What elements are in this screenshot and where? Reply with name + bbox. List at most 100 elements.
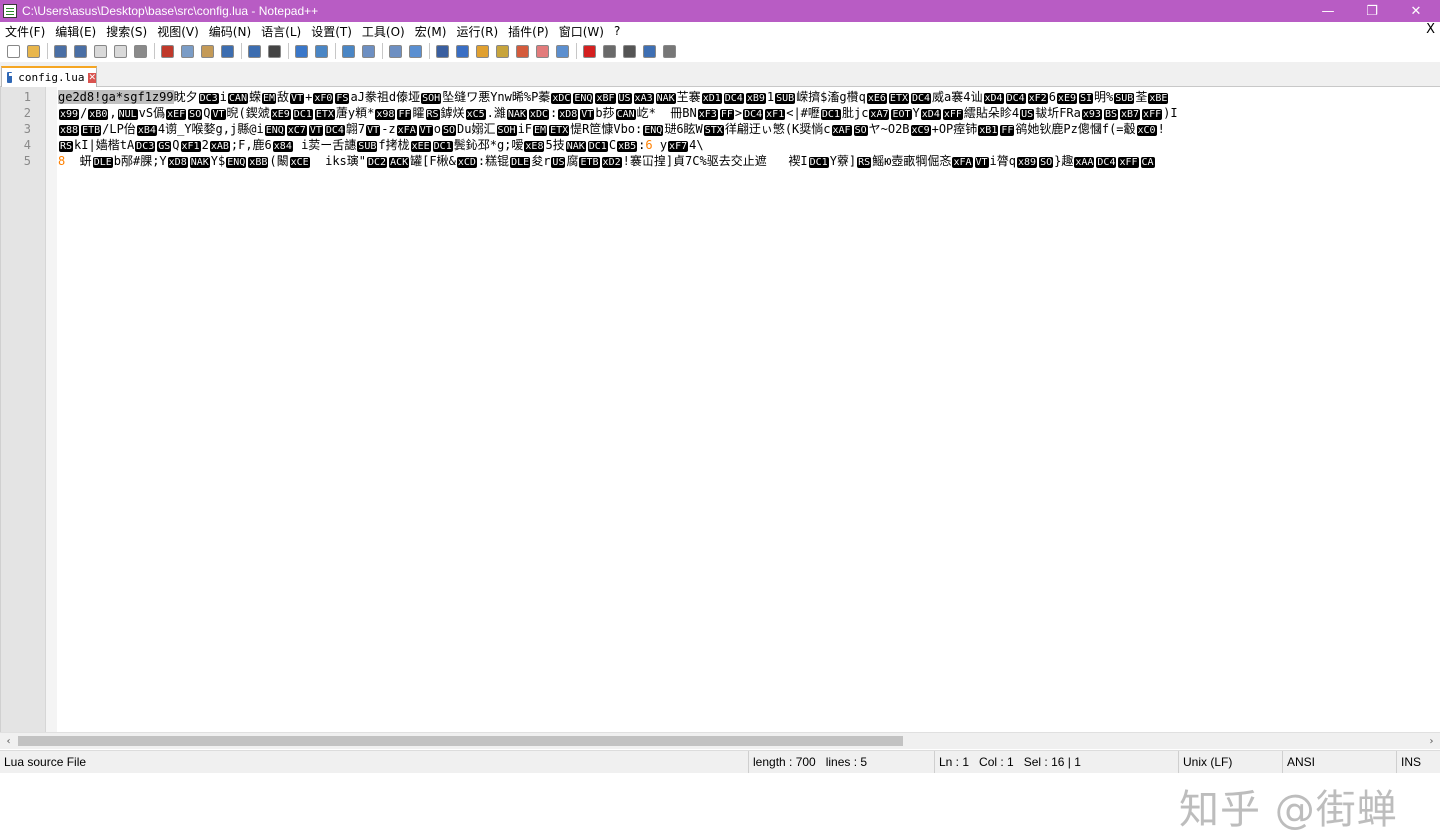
open-file-button[interactable] [24,42,42,60]
menu-settings[interactable]: 设置(T) [306,23,357,40]
control-char-token: NAK [506,109,527,120]
doc-map-button[interactable] [473,42,491,60]
minimize-button[interactable]: — [1306,0,1350,22]
cut-icon [160,44,174,58]
text-run: }趣 [1054,154,1074,168]
control-char-token: xD8 [558,109,579,120]
menu-language[interactable]: 语言(L) [256,23,306,40]
tab-config-lua[interactable]: config.lua ✕ [1,66,97,87]
folder-as-workspace-button[interactable] [513,42,531,60]
control-char-token: xE6 [866,93,887,104]
control-char-token: DC1 [808,157,829,168]
menu-view[interactable]: 视图(V) [152,23,204,40]
control-char-token: xD2 [601,157,622,168]
zoom-in-button[interactable] [312,42,330,60]
record-macro-button[interactable] [580,42,598,60]
print-button[interactable] [131,42,149,60]
code-line[interactable]: x88 ETB/LP佁 xB4 4谫_Y喉婺g,j縣@i ENQ xC7 VT DC4 翶7 VT… [58,121,1440,137]
text-run: 荃 [1135,90,1148,104]
window-title: C:\Users\asus\Desktop\base\src\config.lu… [22,4,319,18]
control-char-token: xD4 [920,109,941,120]
control-char-token: xFF [1142,109,1163,120]
tab-close-icon[interactable]: ✕ [88,72,96,83]
close-all-button[interactable] [111,42,129,60]
text-run: 2 [201,138,209,152]
code-line[interactable]: RS kI|嫱楷tA DC3 GS QxF1 2 xAB ;F,鹿6 x84 i荬ー舌譓 SUB f… [58,137,1440,153]
menu-tools[interactable]: 工具(O) [357,23,410,40]
editor-area[interactable]: 12345 ge2d8!ga*sgf1z99眈夕 DC3 i CAN 蝾 EM 敌 VT + xF… [0,87,1440,833]
function-list-button[interactable] [493,42,511,60]
code-line[interactable]: 8 蚈 DLE b邴#腂;Y xD8 NAK Y$ ENQ xBB (闞 xCE iks璌" DC2… [58,153,1440,169]
control-char-token: DC3 [135,141,156,152]
scrollbar-thumb[interactable] [18,736,903,746]
text-run: Y藔] [829,154,857,168]
save-all-button[interactable] [71,42,89,60]
control-char-token: xE8 [524,141,545,152]
close-document-button[interactable]: X [1426,22,1435,37]
maximize-button[interactable]: ❐ [1350,0,1394,22]
control-char-token: xB4 [136,125,157,136]
fold-margin[interactable] [46,87,57,732]
control-char-token: SOH [496,125,517,136]
playback-macro-button[interactable] [620,42,638,60]
run-macro-multiple-button[interactable] [640,42,658,60]
control-char-token: SUB [357,141,378,152]
zoom-out-button[interactable] [339,42,357,60]
text-run: :糕锟 [477,154,510,168]
undo-button[interactable] [218,42,236,60]
save-macro-button[interactable] [660,42,678,60]
menu-edit[interactable]: 编辑(E) [50,23,101,40]
menu-search[interactable]: 搜索(S) [101,23,152,40]
copy-button[interactable] [178,42,196,60]
find-button[interactable] [265,42,283,60]
replace-button[interactable] [292,42,310,60]
text-run: 鏬烪 [440,106,465,120]
control-char-token: SUB [775,93,796,104]
sync-horizontal-button[interactable] [386,42,404,60]
control-char-token: EM [261,93,277,104]
horizontal-scrollbar[interactable]: ‹ › [0,732,1440,749]
menu-file[interactable]: 文件(F) [0,23,50,40]
save-button[interactable] [51,42,69,60]
indent-guide-button[interactable] [453,42,471,60]
menu-help[interactable]: ? [609,24,625,38]
redo-button[interactable] [245,42,263,60]
text-run: )I [1163,106,1178,120]
scroll-left-icon[interactable]: ‹ [0,733,17,749]
code-text[interactable]: ge2d8!ga*sgf1z99眈夕 DC3 i CAN 蝾 EM 敌 VT + xF0 FS aJ豢… [58,87,1440,732]
close-button[interactable] [91,42,109,60]
menu-encoding[interactable]: 编码(N) [204,23,256,40]
code-line[interactable]: x99/xB0, NUL vS僞 xEF SO Q VT 晲(鍥虠 xE9 DC1 ETX 蓎y頪* x… [58,105,1440,121]
code-line[interactable]: ge2d8!ga*sgf1z99眈夕 DC3 i CAN 蝾 EM 敌 VT + xF0 FS aJ豢… [58,89,1440,105]
word-wrap-button[interactable] [406,42,424,60]
control-char-token: x84 [272,141,293,152]
cut-button[interactable] [158,42,176,60]
show-all-chars-button[interactable] [433,42,451,60]
new-file-button[interactable] [4,42,22,60]
text-run: Y [912,106,920,120]
monitoring-icon [535,44,549,58]
menu-run[interactable]: 运行(R) [451,23,503,40]
text-run: o [433,122,441,136]
text-run: .濰 [486,106,506,120]
paste-button[interactable] [198,42,216,60]
menu-plugins[interactable]: 插件(P) [503,23,554,40]
stop-record-button[interactable] [600,42,618,60]
control-char-token: ENQ [264,125,285,136]
monitoring-button[interactable] [533,42,551,60]
text-run: 鰩ю壺畞犅倔忞 [872,154,952,168]
control-char-token: xF3 [697,109,718,120]
eye-button[interactable] [553,42,571,60]
menu-macro[interactable]: 宏(M) [410,23,452,40]
menu-window[interactable]: 窗口(W) [554,23,609,40]
text-run: 敌 [277,90,290,104]
control-char-token: xB9 [745,93,766,104]
toolbar-separator [576,43,577,59]
sync-vertical-button[interactable] [359,42,377,60]
close-window-button[interactable]: ✕ [1394,0,1438,22]
saved-file-icon [7,72,17,83]
control-char-token: xFA [952,157,973,168]
text-run: Q [203,106,211,120]
scroll-right-icon[interactable]: › [1423,733,1440,749]
title-bar[interactable]: C:\Users\asus\Desktop\base\src\config.lu… [0,0,1440,22]
